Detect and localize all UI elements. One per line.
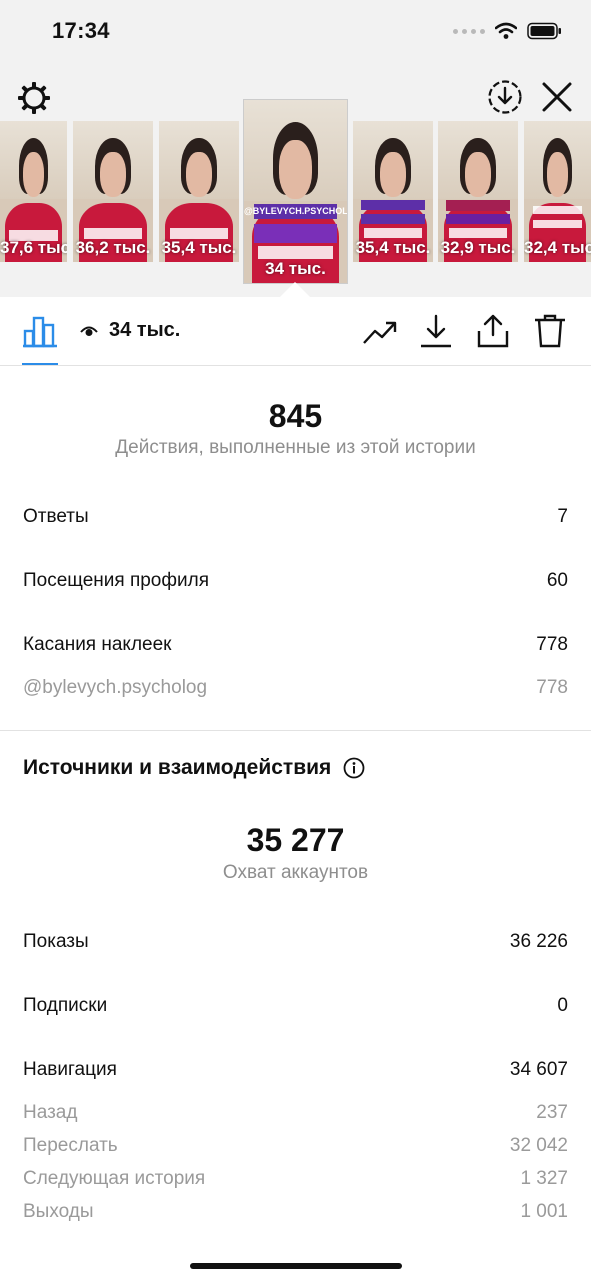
story-thumbnail[interactable]: 35,4 тыс. bbox=[353, 121, 433, 262]
metric-row-replies: Ответы 7 bbox=[23, 506, 568, 528]
story-thumbnail[interactable]: 32,9 тыс. bbox=[438, 121, 518, 262]
insights-toolbar: 34 тыс. bbox=[0, 297, 591, 366]
stats-tab-indicator bbox=[22, 363, 58, 365]
status-icons bbox=[453, 22, 563, 40]
selected-caret bbox=[279, 282, 311, 298]
metric-row-navigation: Навигация 34 607 bbox=[23, 1059, 568, 1081]
metric-label: Переслать bbox=[23, 1135, 118, 1156]
thumbnail-views: 34 тыс. bbox=[265, 259, 326, 278]
stats-icon[interactable] bbox=[22, 313, 58, 349]
thumbnail-views: 35,4 тыс. bbox=[355, 238, 431, 257]
metric-value: 32 042 bbox=[509, 1135, 568, 1156]
metric-row-forward: Переслать 32 042 bbox=[23, 1135, 568, 1157]
metric-row-back: Назад 237 bbox=[23, 1102, 568, 1124]
story-thumbnail[interactable]: 36,2 тыс. bbox=[73, 121, 153, 262]
metric-row-sticker-taps: Касания наклеек 778 bbox=[23, 634, 568, 656]
story-header: 17:34 37,6 тыс 36,2 тыс. 35,4 тыс. @BYLE… bbox=[0, 0, 591, 298]
metric-label: Следующая история bbox=[23, 1168, 206, 1189]
story-thumbnail[interactable]: 35,4 тыс. bbox=[159, 121, 239, 262]
metric-label: Показы bbox=[23, 931, 89, 952]
section-title-text: Источники и взаимодействия bbox=[23, 756, 332, 779]
thumbnail-views: 32,9 тыс. bbox=[440, 238, 516, 257]
story-thumbnail[interactable]: 32,4 тыс. bbox=[524, 121, 591, 262]
metric-value: 36 226 bbox=[509, 931, 568, 952]
battery-icon bbox=[527, 22, 561, 40]
actions-subtitle: Действия, выполненные из этой истории bbox=[115, 437, 476, 458]
thumbnail-views: 32,4 тыс. bbox=[524, 238, 591, 257]
metric-value: 7 bbox=[557, 506, 568, 527]
wifi-icon bbox=[495, 22, 517, 39]
metric-label: Навигация bbox=[23, 1059, 117, 1080]
share-icon[interactable] bbox=[475, 313, 511, 349]
reach-label: Охват аккаунтов bbox=[222, 862, 369, 883]
thumbnail-views: 35,4 тыс. bbox=[161, 238, 237, 257]
section-title-discovery: Источники и взаимодействия bbox=[23, 756, 365, 780]
metric-value: 778 bbox=[536, 677, 568, 698]
signal-icon bbox=[453, 28, 485, 34]
metric-row-sticker-mention[interactable]: @bylevych.psycholog 778 bbox=[23, 677, 568, 699]
thumbnail-views: 37,6 тыс. bbox=[0, 238, 67, 257]
metric-value: 34 607 bbox=[509, 1059, 568, 1080]
reach-total: 35 277 bbox=[246, 822, 345, 858]
trash-icon[interactable] bbox=[532, 313, 568, 349]
actions-total: 845 bbox=[268, 398, 323, 434]
story-thumbnail[interactable]: 37,6 тыс. bbox=[0, 121, 67, 262]
metric-label: Ответы bbox=[23, 506, 89, 527]
status-time: 17:34 bbox=[52, 18, 110, 43]
metric-label: Назад bbox=[23, 1102, 78, 1123]
metric-value: 0 bbox=[557, 995, 568, 1016]
metric-row-next-story: Следующая история 1 327 bbox=[23, 1168, 568, 1190]
thumbnail-views: 36,2 тыс. bbox=[75, 238, 151, 257]
trend-icon[interactable] bbox=[362, 313, 398, 349]
home-indicator[interactable] bbox=[190, 1263, 402, 1269]
metric-row-follows: Подписки 0 bbox=[23, 995, 568, 1017]
metric-value: 1 001 bbox=[520, 1201, 568, 1222]
metric-label: Выходы bbox=[23, 1201, 94, 1222]
metric-value: 60 bbox=[546, 570, 568, 591]
metric-label: Подписки bbox=[23, 995, 108, 1016]
story-thumbnail-selected[interactable]: @BYLEVYCH.PSYCHOLOG 34 тыс. bbox=[244, 100, 347, 283]
download-icon[interactable] bbox=[418, 313, 454, 349]
metric-value: 778 bbox=[536, 634, 568, 655]
info-icon[interactable] bbox=[343, 757, 365, 779]
section-divider bbox=[0, 730, 591, 731]
metric-row-exits: Выходы 1 001 bbox=[23, 1201, 568, 1223]
metric-row-impressions: Показы 36 226 bbox=[23, 931, 568, 953]
metric-value: 1 327 bbox=[520, 1168, 568, 1189]
metric-label: @bylevych.psycholog bbox=[23, 677, 208, 698]
eye-icon bbox=[80, 326, 98, 336]
metric-row-profile-visits: Посещения профиля 60 bbox=[23, 570, 568, 592]
views-count: 34 тыс. bbox=[109, 319, 181, 341]
metric-label: Посещения профиля bbox=[23, 570, 209, 591]
story-thumbnails: 37,6 тыс. 36,2 тыс. 35,4 тыс. @BYLEVYCH.… bbox=[0, 100, 591, 290]
metric-label: Касания наклеек bbox=[23, 634, 172, 655]
metric-value: 237 bbox=[536, 1102, 568, 1123]
thumbnail-caption: @BYLEVYCH.PSYCHOLOG bbox=[244, 206, 347, 217]
